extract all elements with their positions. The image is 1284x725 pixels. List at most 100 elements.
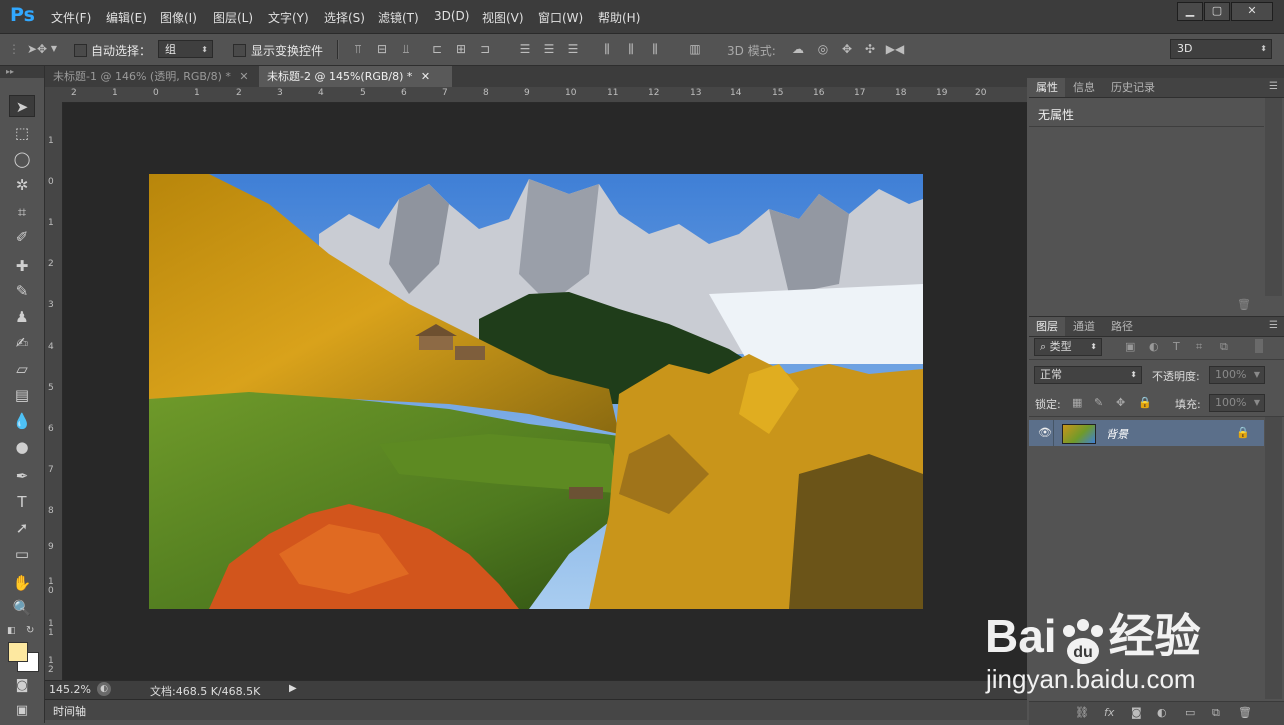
history-brush-tool-icon[interactable]: ✍ (9, 332, 35, 354)
align-top-icon[interactable]: ⫪ (351, 42, 365, 56)
filter-type-icon[interactable]: T (1173, 340, 1180, 353)
auto-select-checkbox[interactable] (74, 44, 87, 57)
trash-icon[interactable]: 🗑 (1238, 706, 1252, 719)
dodge-tool-icon[interactable]: ● (9, 436, 35, 458)
eye-icon[interactable]: 👁 (1038, 426, 1052, 439)
menu-filter[interactable]: 滤镜(T) (378, 9, 419, 26)
screen-mode-icon[interactable]: ▣ (9, 700, 35, 722)
menu-edit[interactable]: 编辑(E) (106, 9, 147, 26)
close-icon[interactable]: ✕ (1231, 2, 1273, 21)
tab-info[interactable]: 信息 (1066, 78, 1102, 97)
tab-paths[interactable]: 路径 (1104, 317, 1140, 336)
blur-tool-icon[interactable]: 💧 (9, 410, 35, 432)
fx-icon[interactable]: fx (1104, 706, 1114, 719)
lock-transparent-icon[interactable]: ▦ (1072, 396, 1082, 409)
distribute-left-icon[interactable]: ⫼ (600, 42, 614, 56)
panel-menu-icon[interactable]: ☰ (1269, 320, 1278, 331)
layer-filter-dropdown[interactable]: ⌕ 类型 ⬍ (1034, 338, 1102, 356)
landscape-image[interactable] (149, 174, 923, 609)
align-hcenter-icon[interactable]: ⊞ (454, 42, 468, 56)
timeline-panel-tab[interactable]: 时间轴 (45, 699, 1027, 720)
filter-smart-object-icon[interactable]: ⧉ (1220, 340, 1228, 354)
pen-tool-icon[interactable]: ✒ (9, 465, 35, 487)
tab-channels[interactable]: 通道 (1066, 317, 1102, 336)
tab-properties[interactable]: 属性 (1029, 78, 1065, 97)
auto-select-dropdown[interactable]: 组 ⬍ (158, 40, 213, 58)
layer-name[interactable]: 背景 (1106, 426, 1128, 442)
menu-layer[interactable]: 图层(L) (213, 9, 253, 26)
healing-brush-tool-icon[interactable]: ✚ (9, 255, 35, 277)
align-left-icon[interactable]: ⊏ (430, 42, 444, 56)
lock-pixels-icon[interactable]: ✎ (1094, 396, 1103, 409)
align-right-icon[interactable]: ⊐ (478, 42, 492, 56)
filter-adjustment-icon[interactable]: ◐ (1149, 340, 1159, 353)
status-menu-arrow-icon[interactable]: ▶ (289, 683, 297, 694)
adjustment-layer-icon[interactable]: ◐ (1157, 706, 1167, 719)
align-vcenter-icon[interactable]: ⊟ (375, 42, 389, 56)
3d-slide-icon[interactable]: ✣ (861, 42, 879, 56)
menu-type[interactable]: 文字(Y) (268, 9, 309, 26)
swap-colors-icon[interactable]: ↻ (26, 625, 34, 636)
tab-document-2[interactable]: 未标题-2 @ 145%(RGB/8) * ✕ (259, 66, 452, 87)
magic-wand-tool-icon[interactable]: ✲ (9, 174, 35, 196)
3d-drag-icon[interactable]: ✥ (838, 42, 856, 56)
lasso-tool-icon[interactable]: ◯ (9, 148, 35, 170)
crop-tool-icon[interactable]: ⌗ (9, 201, 35, 223)
menu-view[interactable]: 视图(V) (482, 9, 524, 26)
foreground-color-swatch[interactable] (8, 642, 28, 662)
3d-scale-icon[interactable]: ▶◀ (885, 42, 905, 56)
distribute-top-icon[interactable]: ☰ (518, 42, 532, 56)
lock-all-icon[interactable]: 🔒 (1138, 396, 1152, 409)
move-tool-preset-icon[interactable]: ➤✥ (26, 42, 48, 56)
eraser-tool-icon[interactable]: ▱ (9, 358, 35, 380)
gradient-tool-icon[interactable]: ▤ (9, 384, 35, 406)
add-mask-icon[interactable]: ◙ (1131, 706, 1142, 719)
marquee-tool-icon[interactable]: ⬚ (9, 122, 35, 144)
filter-shape-icon[interactable]: ⌗ (1196, 340, 1202, 354)
zoom-tool-icon[interactable]: 🔍 (9, 597, 35, 619)
scrollbar[interactable] (1265, 417, 1282, 699)
distribute-vcenter-icon[interactable]: ☰ (542, 42, 556, 56)
layer-row[interactable]: 👁 背景 🔒 (1029, 420, 1264, 446)
menu-window[interactable]: 窗口(W) (538, 9, 583, 26)
menu-help[interactable]: 帮助(H) (598, 9, 640, 26)
tab-layers[interactable]: 图层 (1029, 317, 1065, 336)
trash-icon[interactable]: 🗑 (1237, 298, 1251, 311)
path-selection-tool-icon[interactable]: ➚ (9, 517, 35, 539)
menu-file[interactable]: 文件(F) (51, 9, 91, 26)
brush-tool-icon[interactable]: ✎ (9, 280, 35, 302)
auto-align-icon[interactable]: ▥ (688, 42, 702, 56)
eyedropper-tool-icon[interactable]: ✐ (9, 226, 35, 248)
panel-menu-icon[interactable]: ☰ (1269, 81, 1278, 92)
show-transform-checkbox[interactable] (233, 44, 246, 57)
menu-select[interactable]: 选择(S) (324, 9, 365, 26)
close-icon[interactable]: ✕ (421, 70, 430, 83)
maximize-icon[interactable]: ▢ (1204, 2, 1230, 21)
3d-roll-icon[interactable]: ◎ (814, 42, 832, 56)
distribute-right-icon[interactable]: ⫼ (648, 42, 662, 56)
workspace-dropdown[interactable]: 3D ⬍ (1170, 39, 1272, 59)
minimize-icon[interactable]: ▁ (1177, 2, 1203, 21)
filter-pixel-icon[interactable]: ▣ (1125, 340, 1135, 353)
shape-tool-icon[interactable]: ▭ (9, 543, 35, 565)
chevron-down-icon[interactable]: ▼ (50, 42, 58, 56)
lock-position-icon[interactable]: ✥ (1116, 396, 1125, 409)
zoom-level[interactable]: 145.2% (49, 683, 91, 696)
ruler-origin[interactable] (45, 87, 63, 102)
clone-stamp-tool-icon[interactable]: ♟ (9, 306, 35, 328)
3d-rotate-icon[interactable]: ☁ (789, 42, 807, 56)
distribute-bottom-icon[interactable]: ☰ (566, 42, 580, 56)
quick-mask-icon[interactable]: ◙ (9, 675, 35, 697)
document-info-icon[interactable]: ◐ (97, 682, 111, 696)
link-layers-icon[interactable]: ⛓ (1075, 706, 1089, 719)
menu-image[interactable]: 图像(I) (160, 9, 197, 26)
type-tool-icon[interactable]: T (9, 491, 35, 513)
align-bottom-icon[interactable]: ⫫ (399, 42, 413, 56)
hand-tool-icon[interactable]: ✋ (9, 572, 35, 594)
collapse-icon[interactable]: ▸▸ (0, 66, 44, 78)
menu-3d[interactable]: 3D(D) (434, 9, 469, 23)
scrollbar[interactable] (1265, 98, 1282, 296)
fill-input[interactable]: 100% ▼ (1209, 394, 1265, 412)
tab-history[interactable]: 历史记录 (1104, 78, 1162, 97)
opacity-input[interactable]: 100% ▼ (1209, 366, 1265, 384)
